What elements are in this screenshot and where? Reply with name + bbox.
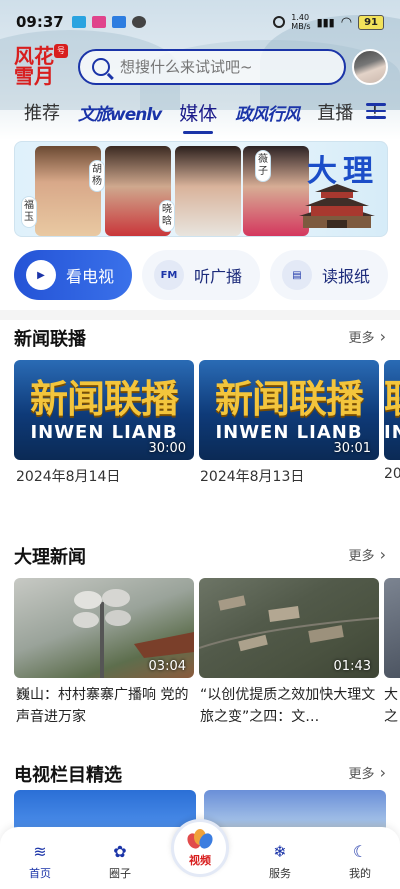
video-card[interactable]: 新闻联播 INWEN LIANB 30:01 [199, 360, 379, 460]
section-title-xwlb: 新闻联播 [14, 329, 86, 350]
video-caption: 巍山：村村寨寨广播响 党的声音进万家 [16, 687, 189, 725]
thumbnail-title: 新闻联播 [29, 376, 179, 421]
circle-icon: ✿ [113, 841, 127, 861]
logo-line1: 风花 [14, 44, 54, 68]
home-icon: ≋ [33, 841, 47, 861]
app-icon-2 [111, 16, 126, 28]
read-newspaper-button[interactable]: ▤ 读报纸 [270, 250, 388, 300]
menu-icon[interactable] [366, 103, 386, 119]
user-avatar[interactable] [352, 49, 388, 85]
app-icon-3 [131, 16, 146, 28]
status-right: 1.40 MB/s ▮▮▮ ◠ 91 [273, 13, 384, 31]
tab-media[interactable]: 媒体 [179, 99, 217, 134]
listen-radio-button[interactable]: FM 听广播 [142, 250, 260, 300]
quick-links: ▶ 看电视 FM 听广播 ▤ 读报纸 [14, 250, 388, 300]
newspaper-icon: ▤ [282, 260, 312, 290]
section-title-dslm: 电视栏目精选 [14, 765, 122, 786]
search-row: 风花 雪月 号 [0, 44, 400, 90]
more-link-xwlb[interactable]: 更多 [349, 327, 387, 346]
nav-home[interactable]: ≋ 首页 [0, 841, 80, 889]
thumbnail-title: 联 [384, 368, 400, 423]
video-duration: 30:01 [333, 441, 371, 456]
watch-tv-label: 看电视 [66, 267, 115, 286]
wifi-icon: ◠ [340, 14, 353, 30]
video-date: 2024年8月14日 [16, 469, 121, 485]
video-card[interactable] [384, 578, 400, 678]
nav-profile[interactable]: ☾ 我的 [320, 841, 400, 889]
video-flower-icon [184, 828, 216, 851]
video-date: 20 [384, 466, 400, 482]
thumbnail-subtitle: IN [384, 422, 400, 443]
radio-icon: FM [154, 260, 184, 290]
section-title-dlxw: 大理新闻 [14, 547, 86, 568]
service-icon: ❄ [273, 841, 287, 861]
pagoda-illustration [299, 184, 375, 228]
status-time: 09:37 [16, 13, 64, 31]
nav-video-label: 视频 [189, 853, 211, 867]
tab-zhengfeng[interactable]: 政风行风 [235, 100, 300, 125]
status-bar: 09:37 1.40 MB/s ▮▮▮ ◠ 91 [0, 0, 400, 44]
video-card[interactable]: 01:43 [199, 578, 379, 678]
banner-name-4: 薇子 [255, 150, 271, 182]
banner-person-3 [175, 146, 241, 236]
telegram-icon [71, 16, 86, 28]
banner-name-2: 胡杨 [89, 160, 105, 192]
read-newspaper-label: 读报纸 [322, 267, 371, 286]
thumbnail-subtitle: INWEN LIANB [215, 422, 363, 443]
nav-circle[interactable]: ✿ 圈子 [80, 841, 160, 889]
promo-banner[interactable]: 福玉 胡杨 晓晗 薇子 大理 [14, 141, 388, 237]
nav-video-spacer [160, 881, 240, 889]
banner-name-1: 福玉 [21, 196, 37, 228]
app-icon [91, 16, 106, 28]
tab-recommend[interactable]: 推荐 [24, 99, 60, 125]
tab-live[interactable]: 直播 [317, 99, 353, 125]
tv-icon: ▶ [26, 260, 56, 290]
nav-service[interactable]: ❄ 服务 [240, 841, 320, 889]
watch-tv-button[interactable]: ▶ 看电视 [14, 250, 132, 300]
nav-video[interactable]: 视频 [171, 819, 229, 877]
net-speed: 1.40 MB/s [291, 13, 311, 31]
search-bar[interactable] [78, 49, 346, 85]
more-link-dlxw[interactable]: 更多 [349, 545, 387, 564]
nav-profile-label: 我的 [349, 867, 371, 880]
video-date: 2024年8月13日 [200, 469, 305, 485]
profile-icon: ☾ [352, 841, 368, 861]
search-input[interactable] [120, 58, 320, 76]
thumbnail-title: 新闻联播 [214, 376, 364, 421]
thumbnail-subtitle: INWEN LIANB [30, 422, 178, 443]
nav-circle-label: 圈子 [109, 867, 131, 880]
nav-home-label: 首页 [29, 867, 51, 880]
listen-radio-label: 听广播 [194, 267, 243, 286]
battery-icon: 91 [358, 14, 384, 30]
signal-icon: ▮▮▮ [316, 15, 335, 29]
video-duration: 03:04 [148, 659, 186, 674]
video-card[interactable]: 03:04 [14, 578, 194, 678]
logo-mark: 号 [54, 44, 68, 58]
search-icon [92, 58, 110, 76]
video-caption: 大之 [384, 687, 398, 725]
section-divider [0, 310, 400, 320]
video-duration: 30:00 [148, 441, 186, 456]
more-link-dslm[interactable]: 更多 [349, 763, 387, 782]
video-duration: 01:43 [333, 659, 371, 674]
app-logo[interactable]: 风花 雪月 号 [12, 44, 68, 90]
video-card[interactable]: 联 IN [384, 360, 400, 460]
video-caption: “以创优提质之效加快大理文旅之变”之四：文… [200, 687, 376, 725]
nav-service-label: 服务 [269, 867, 291, 880]
tab-wenlv[interactable]: 文旅wenlv [78, 100, 162, 125]
alarm-icon [273, 16, 286, 28]
banner-name-3: 晓晗 [159, 200, 175, 232]
video-card[interactable]: 新闻联播 INWEN LIANB 30:00 [14, 360, 194, 460]
logo-line2: 雪月 [14, 64, 54, 88]
banner-person-1 [35, 146, 101, 236]
channel-tabs: 推荐 文旅wenlv 媒体 政风行风 直播 ! [0, 92, 400, 134]
